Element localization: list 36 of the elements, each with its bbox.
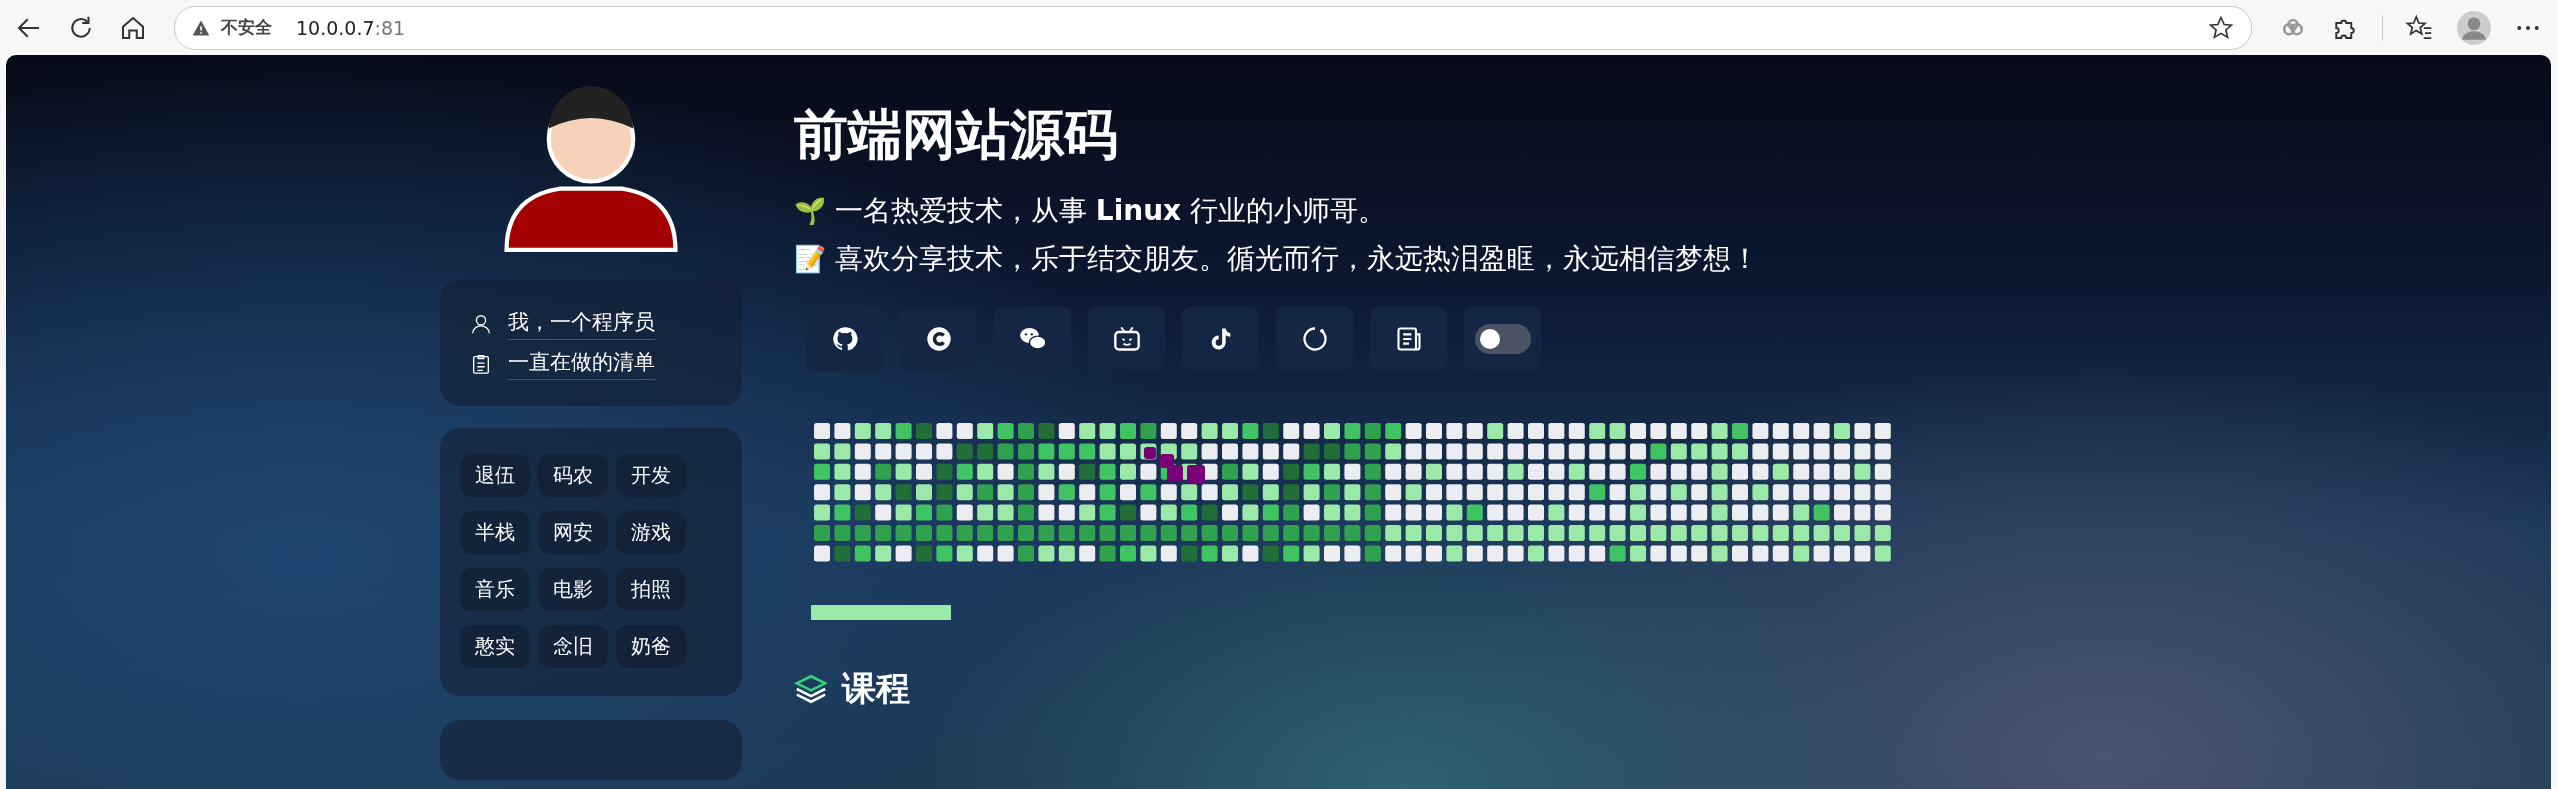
menu-link[interactable]: 我，一个程序员 <box>508 308 655 340</box>
tag-chip: 念旧 <box>538 625 608 668</box>
social-link-button[interactable] <box>900 307 977 372</box>
address-bar[interactable]: 不安全 10.0.0.7:81 <box>174 5 2252 50</box>
toggle-switch[interactable] <box>1474 324 1531 355</box>
ring-icon <box>1300 325 1329 354</box>
tag-chip: 游戏 <box>616 511 686 554</box>
tag-chip: 开发 <box>616 454 686 497</box>
tag-chip: 退伍 <box>460 454 530 497</box>
social-link-button[interactable] <box>1182 307 1259 372</box>
tag-chip: 拍照 <box>616 568 686 611</box>
person-icon <box>470 313 492 335</box>
tag-chip: 网安 <box>538 511 608 554</box>
site-title: 前端网站源码 <box>794 102 1119 168</box>
theme-toggle-button[interactable] <box>1464 307 1541 372</box>
c-logo-icon <box>924 325 953 354</box>
tag-chip: 憨实 <box>460 625 530 668</box>
tag-chip: 半栈 <box>460 511 530 554</box>
social-link-button[interactable] <box>1276 307 1353 372</box>
section-title: 课程 <box>842 667 910 711</box>
menu-link[interactable]: 一直在做的清单 <box>508 348 655 380</box>
intro-line: 🌱 一名热爱技术，从事 Linux 行业的小师哥。 <box>794 194 1388 228</box>
tag-chip: 奶爸 <box>616 625 686 668</box>
social-link-button[interactable] <box>1370 307 1447 372</box>
tv-icon <box>1112 325 1141 354</box>
tag-chip: 电影 <box>538 568 608 611</box>
intro-line: 📝 喜欢分享技术，乐于结交朋友。循光而行，永远热泪盈眶，永远相信梦想！ <box>794 241 1760 276</box>
social-link-button[interactable] <box>806 307 883 372</box>
social-link-button[interactable] <box>1088 307 1165 372</box>
tag-chip: 码农 <box>538 454 608 497</box>
document-icon <box>1394 325 1423 354</box>
tag-chip: 音乐 <box>460 568 530 611</box>
url-text: 10.0.0.7:81 <box>296 16 407 39</box>
security-label: 不安全 <box>221 16 272 39</box>
clipboard-icon <box>470 353 492 375</box>
profile-avatar-icon[interactable] <box>2457 10 2491 45</box>
